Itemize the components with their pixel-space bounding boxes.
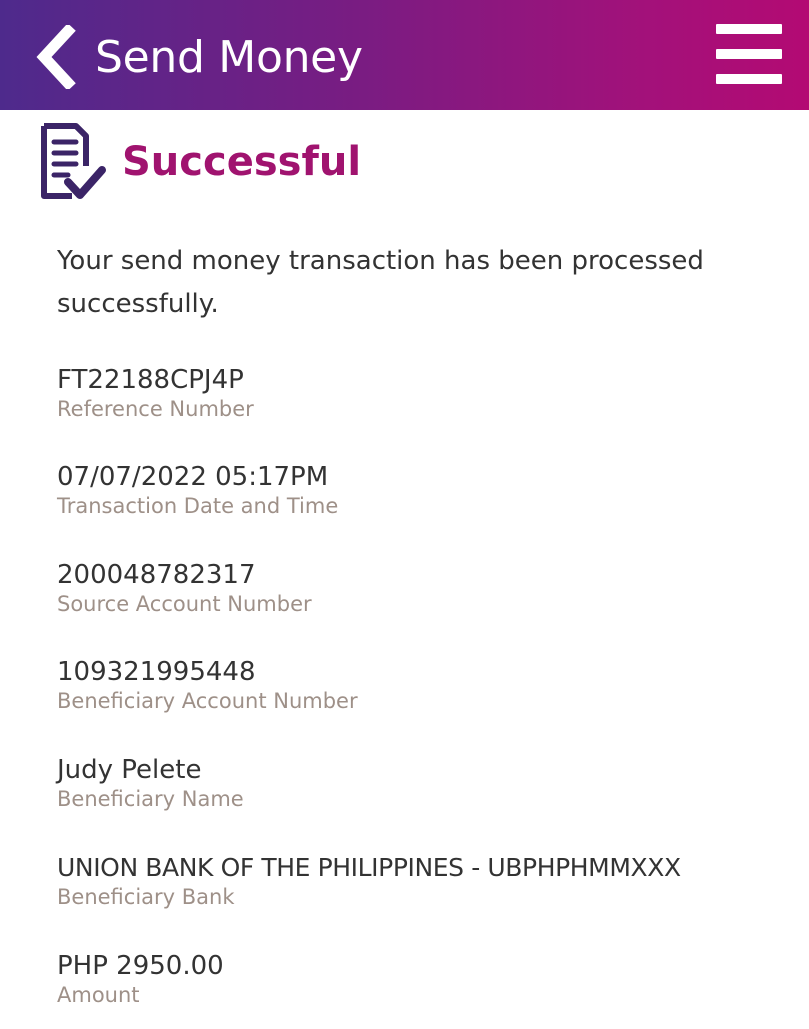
detail-source-account: 200048782317 Source Account Number bbox=[57, 559, 797, 618]
detail-amount: PHP 2950.00 Amount bbox=[57, 950, 797, 1009]
document-check-icon bbox=[34, 122, 106, 202]
chevron-left-icon bbox=[36, 25, 76, 89]
status-message: Your send money transaction has been pro… bbox=[57, 246, 704, 319]
detail-value: UNION BANK OF THE PHILIPPINES - UBPHPHMM… bbox=[57, 853, 681, 882]
detail-label: Beneficiary Account Number bbox=[57, 689, 358, 713]
status-title: Successful bbox=[122, 139, 362, 185]
detail-value: 07/07/2022 05:17PM bbox=[57, 462, 329, 492]
detail-transaction-date: 07/07/2022 05:17PM Transaction Date and … bbox=[57, 461, 797, 520]
menu-button[interactable] bbox=[712, 22, 784, 86]
detail-reference-number: FT22188CPJ4P Reference Number bbox=[57, 364, 797, 423]
detail-value: PHP 2950.00 bbox=[57, 951, 224, 981]
detail-value: FT22188CPJ4P bbox=[57, 365, 244, 395]
detail-beneficiary-account: 109321995448 Beneficiary Account Number bbox=[57, 656, 797, 715]
detail-label: Beneficiary Bank bbox=[57, 885, 235, 909]
detail-label: Beneficiary Name bbox=[57, 787, 244, 811]
send-money-screen: Send Money Successful Your send money tr… bbox=[0, 0, 809, 1029]
header-bar: Send Money bbox=[0, 0, 809, 110]
detail-value: 109321995448 bbox=[57, 657, 256, 687]
detail-label: Source Account Number bbox=[57, 592, 312, 616]
page-title: Send Money bbox=[95, 32, 363, 83]
detail-label: Amount bbox=[57, 983, 140, 1007]
detail-value: 200048782317 bbox=[57, 560, 256, 590]
back-button[interactable] bbox=[30, 22, 82, 92]
detail-value: Judy Pelete bbox=[57, 755, 202, 785]
detail-label: Transaction Date and Time bbox=[57, 494, 339, 518]
detail-label: Reference Number bbox=[57, 397, 254, 421]
detail-beneficiary-name: Judy Pelete Beneficiary Name bbox=[57, 754, 797, 813]
detail-beneficiary-bank: UNION BANK OF THE PHILIPPINES - UBPHPHMM… bbox=[57, 852, 797, 911]
